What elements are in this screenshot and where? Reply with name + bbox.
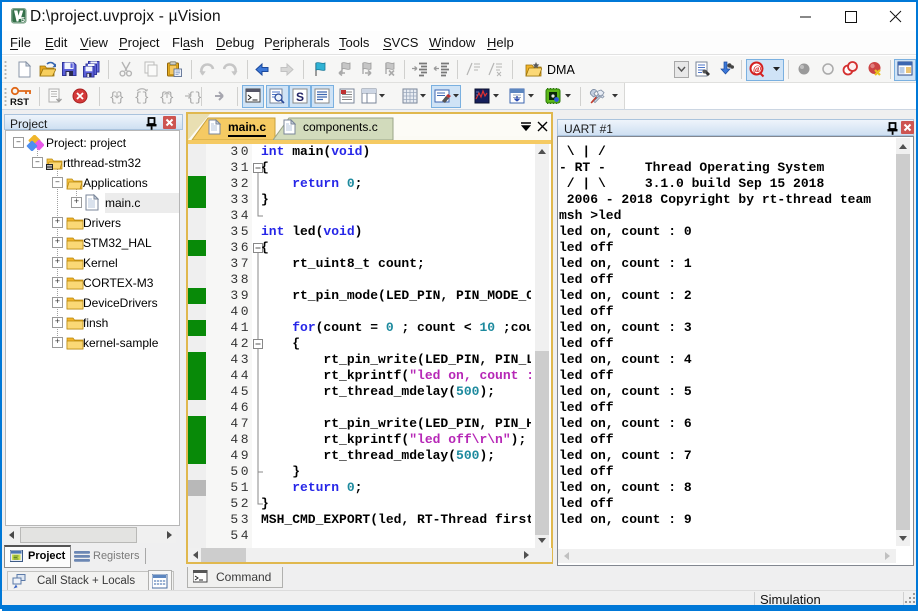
svg-text:RST: RST bbox=[10, 97, 29, 107]
svg-text:S: S bbox=[296, 90, 304, 104]
svg-text:5: 5 bbox=[21, 15, 25, 24]
svg-text:{}: {} bbox=[134, 90, 150, 105]
svg-text:@: @ bbox=[753, 64, 761, 74]
